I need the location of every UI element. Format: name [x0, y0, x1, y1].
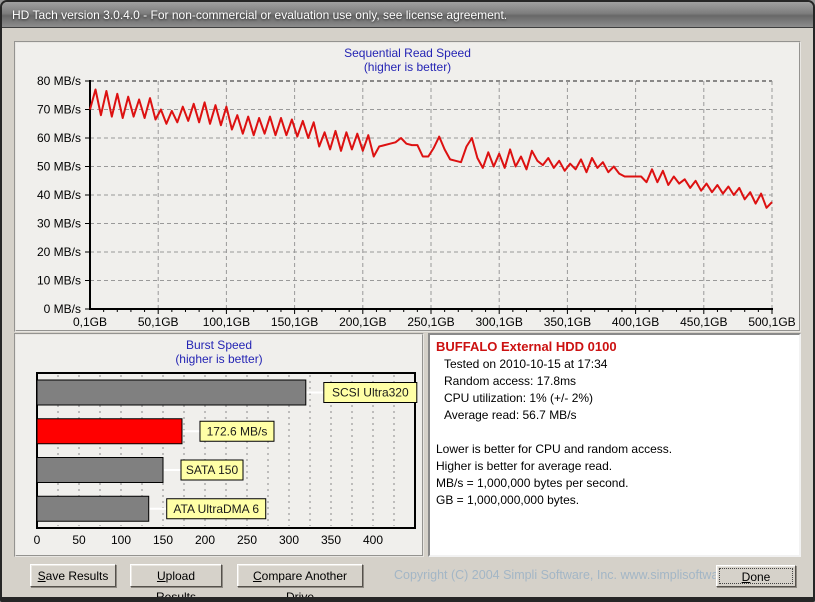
svg-text:150: 150 — [153, 533, 173, 547]
burst-speed-panel: Burst Speed (higher is better) SCSI Ultr… — [14, 333, 424, 557]
drive-notes: Lower is better for CPU and random acces… — [436, 441, 793, 509]
drive-detail-line: Average read: 56.7 MB/s — [436, 407, 793, 424]
burst-chart-title: Burst Speed — [16, 338, 422, 352]
svg-text:70 MB/s: 70 MB/s — [37, 103, 81, 117]
svg-text:50 MB/s: 50 MB/s — [37, 160, 81, 174]
svg-text:0 MB/s: 0 MB/s — [44, 302, 81, 316]
note-line: GB = 1,000,000,000 bytes. — [436, 492, 793, 509]
drive-detail-line: CPU utilization: 1% (+/- 2%) — [436, 390, 793, 407]
reference-bar — [37, 380, 306, 405]
svg-text:250: 250 — [237, 533, 257, 547]
svg-text:20 MB/s: 20 MB/s — [37, 245, 81, 259]
svg-text:30 MB/s: 30 MB/s — [37, 217, 81, 231]
reference-bar — [37, 458, 163, 483]
compare-another-drive-button[interactable]: Compare Another Drive — [237, 564, 363, 587]
svg-text:150,1GB: 150,1GB — [271, 315, 318, 329]
sequential-read-panel: Sequential Read Speed (higher is better)… — [14, 41, 801, 332]
svg-text:100,1GB: 100,1GB — [203, 315, 250, 329]
svg-text:250,1GB: 250,1GB — [407, 315, 454, 329]
svg-text:450,1GB: 450,1GB — [680, 315, 727, 329]
svg-text:400: 400 — [363, 533, 383, 547]
drive-name: BUFFALO External HDD 0100 — [436, 338, 793, 356]
svg-text:SATA 150: SATA 150 — [186, 463, 239, 477]
client-area: Sequential Read Speed (higher is better)… — [2, 29, 813, 597]
svg-text:500,1GB: 500,1GB — [748, 315, 795, 329]
drive-info-panel: BUFFALO External HDD 0100 Tested on 2010… — [428, 333, 801, 557]
svg-text:ATA UltraDMA 6: ATA UltraDMA 6 — [173, 502, 259, 516]
svg-text:300: 300 — [279, 533, 299, 547]
svg-text:172.6 MB/s: 172.6 MB/s — [207, 424, 268, 438]
burst-chart-subtitle: (higher is better) — [16, 352, 422, 366]
sequential-read-chart: 0 MB/s 10 MB/s 20 MB/s 30 MB/s 40 MB/s 50 MB/… — [16, 74, 797, 329]
drive-detail-line: Random access: 17.8ms — [436, 373, 793, 390]
drive-detail-line: Tested on 2010-10-15 at 17:34 — [436, 356, 793, 373]
svg-text:0: 0 — [34, 533, 41, 547]
svg-text:40 MB/s: 40 MB/s — [37, 188, 81, 202]
window-title: HD Tach version 3.0.4.0 - For non-commer… — [12, 8, 507, 22]
save-results-button[interactable]: Save Results — [30, 564, 116, 587]
svg-text:200: 200 — [195, 533, 215, 547]
window-titlebar[interactable]: HD Tach version 3.0.4.0 - For non-commer… — [2, 2, 813, 28]
svg-text:100: 100 — [111, 533, 131, 547]
reference-bar — [37, 496, 149, 521]
svg-text:300,1GB: 300,1GB — [476, 315, 523, 329]
svg-text:200,1GB: 200,1GB — [339, 315, 386, 329]
svg-text:50: 50 — [72, 533, 86, 547]
svg-text:350: 350 — [321, 533, 341, 547]
tested-drive-bar — [37, 419, 182, 444]
svg-text:80 MB/s: 80 MB/s — [37, 74, 81, 88]
copyright-text: Copyright (C) 2004 Simpli Software, Inc.… — [394, 568, 757, 582]
svg-text:0,1GB: 0,1GB — [73, 315, 107, 329]
upload-results-button[interactable]: Upload Results — [130, 564, 222, 587]
drive-details: Tested on 2010-10-15 at 17:34Random acce… — [436, 356, 793, 424]
note-line: Lower is better for CPU and random acces… — [436, 441, 793, 458]
svg-text:50,1GB: 50,1GB — [138, 315, 179, 329]
sequential-chart-subtitle: (higher is better) — [16, 60, 799, 74]
svg-text:60 MB/s: 60 MB/s — [37, 131, 81, 145]
sequential-chart-title: Sequential Read Speed — [16, 46, 799, 60]
note-line: MB/s = 1,000,000 bytes per second. — [436, 475, 793, 492]
svg-text:10 MB/s: 10 MB/s — [37, 274, 81, 288]
svg-text:SCSI Ultra320: SCSI Ultra320 — [332, 386, 409, 400]
svg-text:350,1GB: 350,1GB — [544, 315, 591, 329]
note-line: Higher is better for average read. — [436, 458, 793, 475]
done-button[interactable]: Done — [716, 565, 796, 587]
svg-text:400,1GB: 400,1GB — [612, 315, 659, 329]
app-window: HD Tach version 3.0.4.0 - For non-commer… — [0, 0, 815, 602]
burst-speed-chart: SCSI Ultra320 172.6 MB/s SATA 150 ATA Ultra… — [16, 366, 420, 554]
